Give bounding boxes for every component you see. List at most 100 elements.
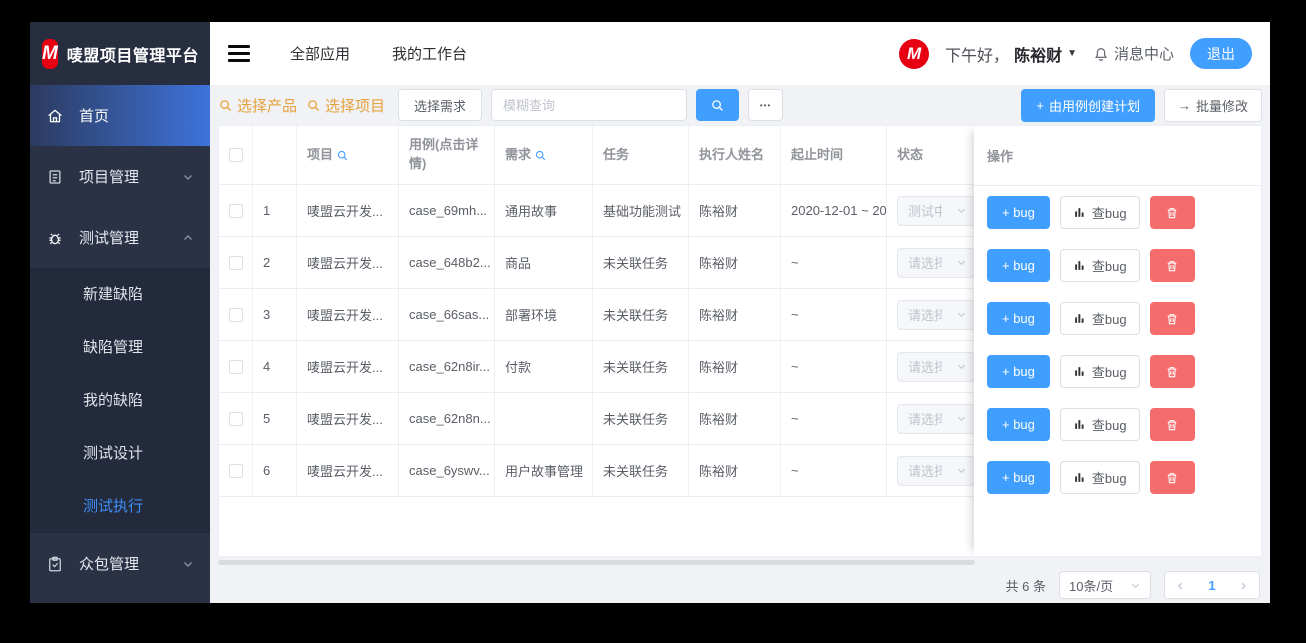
cell-dates: ~ [781, 445, 887, 497]
clipboard-check-icon [46, 555, 64, 573]
select-product-link[interactable]: 选择产品 [218, 95, 297, 116]
sidebar-item-test-design[interactable]: 测试设计 [30, 427, 210, 480]
batch-edit-button[interactable]: → 批量修改 [1163, 88, 1262, 122]
bar-chart-icon [1073, 206, 1086, 219]
sidebar-item-home[interactable]: 首页 [30, 85, 210, 146]
row-select-cell [219, 185, 253, 237]
header-case: 用例(点击详情) [399, 126, 495, 185]
operation-row: + bug 查bug [974, 345, 1261, 398]
message-center[interactable]: 消息中心 [1093, 43, 1174, 64]
status-value: 请选择 [908, 360, 942, 375]
hamburger-menu-icon[interactable] [228, 45, 250, 62]
cell-case[interactable]: case_66sas... [399, 289, 495, 341]
cell-case[interactable]: case_62n8n... [399, 393, 495, 445]
logout-button[interactable]: 退出 [1190, 38, 1252, 69]
trash-icon [1165, 471, 1179, 485]
sidebar-item-defect-mgmt[interactable]: 缺陷管理 [30, 321, 210, 374]
row-checkbox[interactable] [229, 308, 243, 323]
row-checkbox[interactable] [229, 204, 243, 219]
cell-case[interactable]: case_69mh... [399, 185, 495, 237]
add-bug-button[interactable]: + bug [987, 196, 1050, 229]
view-bug-button[interactable]: 查bug [1059, 355, 1140, 388]
create-plan-label: 由用例创建计划 [1048, 98, 1140, 114]
add-bug-button[interactable]: + bug [987, 461, 1050, 494]
prev-page-button[interactable]: ‹ [1178, 577, 1183, 594]
next-page-button[interactable]: › [1241, 577, 1246, 594]
row-checkbox[interactable] [229, 412, 243, 427]
sidebar-item-test-mgmt[interactable]: 测试管理 [30, 207, 210, 268]
search-icon[interactable] [534, 149, 547, 162]
cell-project: 唛盟云开发... [297, 445, 399, 497]
view-bug-button[interactable]: 查bug [1059, 408, 1140, 441]
horizontal-scrollbar[interactable] [218, 560, 975, 565]
sidebar-item-my-defects[interactable]: 我的缺陷 [30, 374, 210, 427]
view-bug-label: 查bug [1091, 312, 1127, 327]
cell-project: 唛盟云开发... [297, 185, 399, 237]
create-plan-button[interactable]: + 由用例创建计划 [1021, 88, 1155, 122]
view-bug-button[interactable]: 查bug [1059, 196, 1140, 229]
status-select[interactable]: 请选择 [897, 403, 975, 434]
table-header-row: 项目 用例(点击详情) 需求 任务 执行人姓名 起止时间 状态 [219, 126, 1007, 185]
status-select[interactable]: 请选择 [897, 247, 975, 278]
page-size-select[interactable]: 10条/页 [1059, 571, 1151, 599]
add-bug-button[interactable]: + bug [987, 249, 1050, 282]
view-bug-button[interactable]: 查bug [1059, 302, 1140, 335]
page-size-value: 10条/页 [1069, 578, 1114, 594]
cell-case[interactable]: case_648b2... [399, 237, 495, 289]
cell-requirement [495, 393, 593, 445]
chevron-down-icon [956, 257, 967, 268]
header-select-all [219, 126, 253, 185]
cell-case[interactable]: case_6yswv... [399, 445, 495, 497]
bar-chart-icon [1073, 471, 1086, 484]
current-page[interactable]: 1 [1208, 578, 1215, 593]
search-button[interactable] [696, 89, 740, 121]
view-bug-button[interactable]: 查bug [1059, 461, 1140, 494]
status-select[interactable]: 请选择 [897, 455, 975, 486]
status-select[interactable]: 请选择 [897, 299, 975, 330]
sidebar-item-test-execution[interactable]: 测试执行 [30, 480, 210, 533]
search-icon [218, 98, 233, 113]
cell-dates: ~ [781, 289, 887, 341]
delete-button[interactable] [1149, 196, 1195, 229]
user-avatar[interactable]: M [899, 38, 930, 69]
add-bug-button[interactable]: + bug [987, 302, 1050, 335]
header-task: 任务 [593, 126, 689, 185]
fuzzy-search-input[interactable] [491, 89, 688, 121]
add-bug-button[interactable]: + bug [987, 355, 1050, 388]
sidebar-item-project-mgmt[interactable]: 项目管理 [30, 146, 210, 207]
add-bug-button[interactable]: + bug [987, 408, 1050, 441]
sidebar-item-new-defect[interactable]: 新建缺陷 [30, 268, 210, 321]
message-center-label: 消息中心 [1113, 46, 1174, 63]
row-checkbox[interactable] [229, 360, 243, 375]
row-checkbox[interactable] [229, 464, 243, 479]
row-checkbox[interactable] [229, 256, 243, 271]
cell-case[interactable]: case_62n8ir... [399, 341, 495, 393]
row-index: 1 [253, 185, 297, 237]
more-filters-button[interactable]: ••• [748, 89, 784, 121]
view-bug-label: 查bug [1091, 365, 1127, 380]
sidebar-item-crowdsourcing[interactable]: 众包管理 [30, 533, 210, 594]
status-value: 请选择 [908, 256, 942, 271]
nav-all-apps[interactable]: 全部应用 [290, 43, 350, 64]
delete-button[interactable] [1149, 249, 1195, 282]
sidebar-item-label: 测试管理 [79, 230, 140, 247]
delete-button[interactable] [1149, 355, 1195, 388]
view-bug-label: 查bug [1091, 206, 1127, 221]
delete-button[interactable] [1149, 302, 1195, 335]
sidebar-item-label: 首页 [79, 108, 110, 125]
view-bug-button[interactable]: 查bug [1059, 249, 1140, 282]
delete-button[interactable] [1149, 408, 1195, 441]
select-requirement-button[interactable]: 选择需求 [398, 89, 483, 121]
batch-edit-label: 批量修改 [1195, 98, 1248, 114]
nav-my-workbench[interactable]: 我的工作台 [392, 43, 467, 64]
status-select[interactable]: 测试中 [897, 195, 975, 226]
search-icon[interactable] [336, 149, 349, 162]
select-project-link[interactable]: 选择项目 [306, 95, 385, 116]
select-all-checkbox[interactable] [229, 148, 243, 163]
status-select[interactable]: 请选择 [897, 351, 975, 382]
cell-project: 唛盟云开发... [297, 289, 399, 341]
delete-button[interactable] [1149, 461, 1195, 494]
user-menu[interactable]: 下午好， 陈裕财 ▼ [945, 42, 1077, 66]
row-select-cell [219, 237, 253, 289]
brand-title: 唛盟项目管理平台 [66, 47, 199, 65]
